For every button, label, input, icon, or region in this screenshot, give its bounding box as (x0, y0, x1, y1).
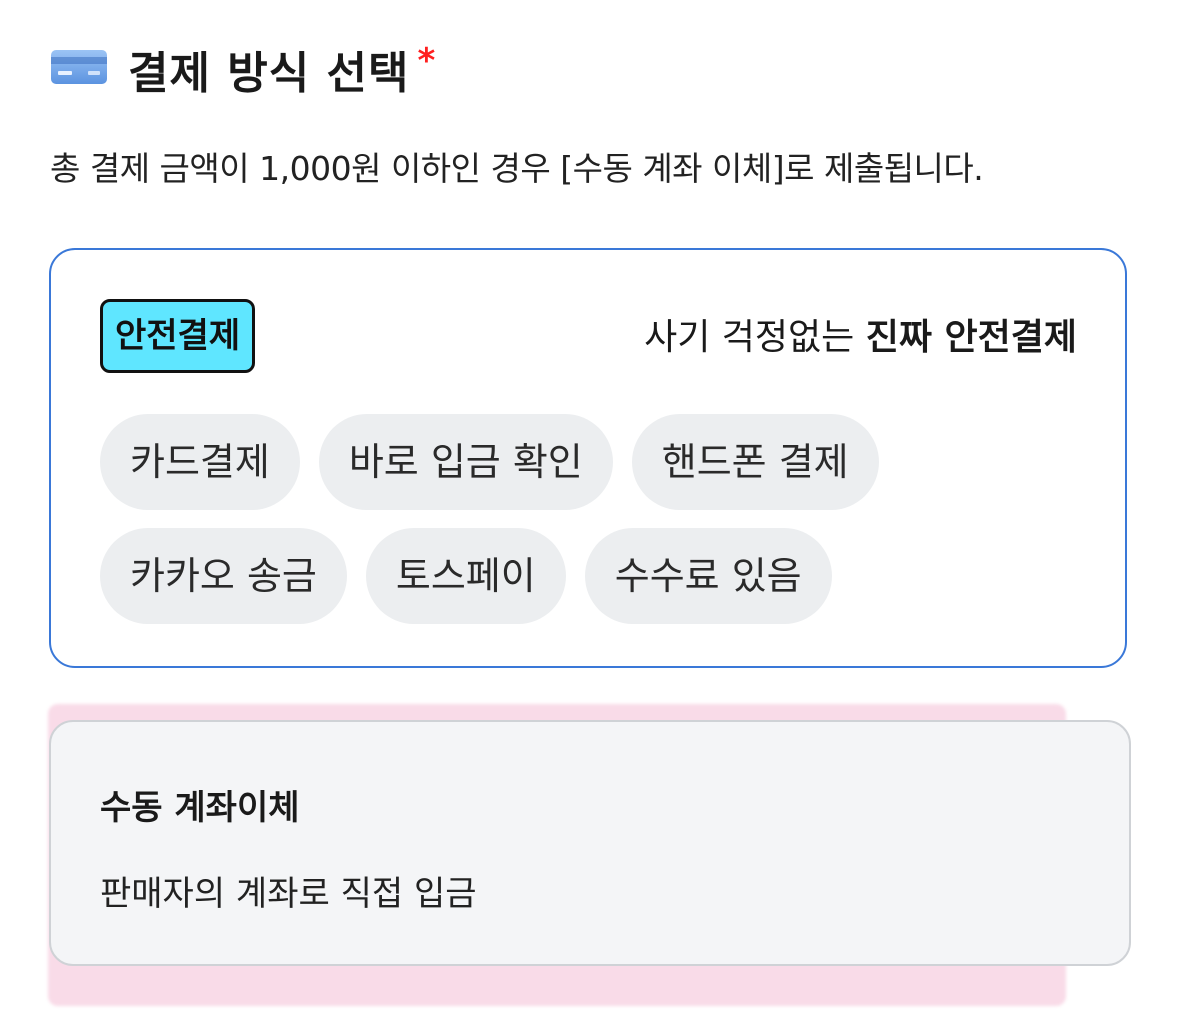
manual-transfer-title: 수동 계좌이체 (100, 788, 300, 828)
payment-method-section: 결제 방식 선택 * 총 결제 금액이 1,000원 이하인 경우 [수동 계좌… (0, 0, 1179, 1015)
chip-fee-applies: 수수료 있음 (584, 528, 832, 624)
chip-toss-pay: 토스페이 (365, 528, 566, 624)
section-header: 결제 방식 선택 * (50, 34, 435, 104)
payment-notice: 총 결제 금액이 1,000원 이하인 경우 [수동 계좌 이체]로 제출됩니다… (50, 149, 984, 188)
tagline-prefix: 사기 걱정없는 (644, 317, 866, 358)
credit-card-icon (51, 50, 107, 84)
chip-phone-payment: 핸드폰 결제 (631, 414, 879, 510)
chip-row-2: 카카오 송금 토스페이 수수료 있음 (100, 528, 1080, 624)
chip-row-1: 카드결제 바로 입금 확인 핸드폰 결제 (100, 414, 1080, 510)
manual-transfer-option[interactable]: 수동 계좌이체 판매자의 계좌로 직접 입금 (66, 758, 1046, 948)
safe-payment-badge: 안전결제 (100, 299, 256, 373)
safe-payment-option[interactable]: 안전결제 사기 걱정없는 진짜 안전결제 카드결제 바로 입금 확인 핸드폰 결… (49, 248, 1127, 668)
safe-payment-tagline: 사기 걱정없는 진짜 안전결제 (644, 308, 1077, 360)
required-mark: * (417, 41, 436, 81)
tagline-strong: 진짜 안전결제 (865, 317, 1077, 358)
section-title: 결제 방식 선택 (128, 48, 410, 99)
manual-transfer-description: 판매자의 계좌로 직접 입금 (100, 874, 477, 914)
chip-instant-deposit: 바로 입금 확인 (318, 414, 613, 510)
safe-payment-features: 카드결제 바로 입금 확인 핸드폰 결제 카카오 송금 토스페이 수수료 있음 (100, 414, 1080, 642)
chip-kakao-transfer: 카카오 송금 (100, 528, 347, 624)
chip-card-payment: 카드결제 (100, 414, 300, 510)
